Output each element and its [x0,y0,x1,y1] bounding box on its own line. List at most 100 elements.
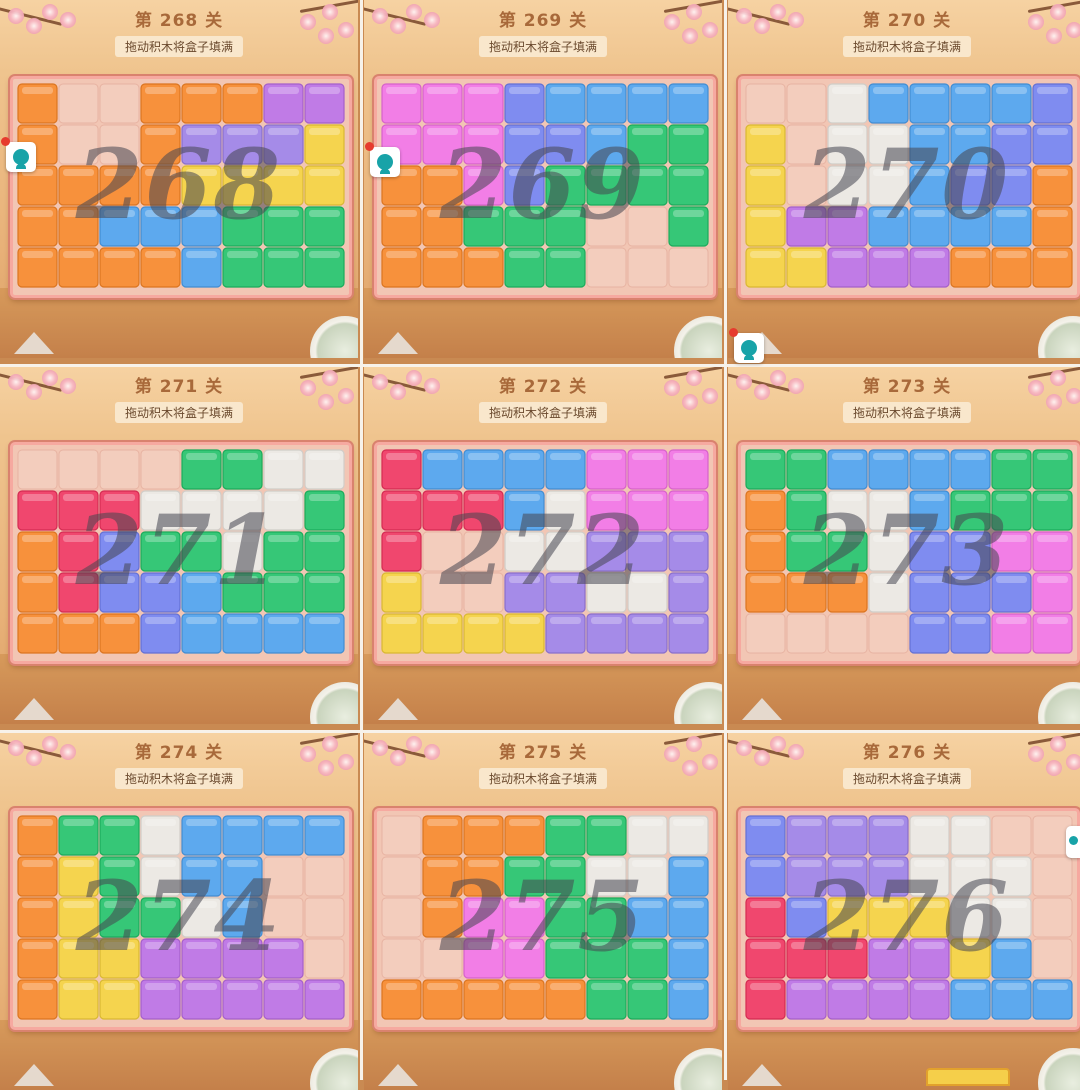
empty-cell [827,613,868,654]
block-highlight [914,576,945,583]
block-highlight [268,453,299,460]
block-highlight [468,901,499,908]
block-highlight [268,251,299,258]
block-highlight [1037,210,1068,217]
block-highlight [550,535,581,542]
puzzle-board[interactable] [738,442,1080,664]
empty-cell [140,449,181,490]
empty-cell [58,124,99,165]
block-highlight [832,983,863,990]
divider [0,364,1080,367]
block-highlight [309,983,340,990]
block-highlight [186,983,217,990]
puzzle-board[interactable] [10,808,352,1030]
block-highlight [22,901,53,908]
block-highlight [309,819,340,826]
assistant-float-button[interactable] [365,142,400,177]
assistant-float-button[interactable] [729,328,764,363]
block-highlight [673,901,704,908]
instruction-label: 拖动积木将盒子填满 [842,768,972,789]
puzzle-board[interactable] [10,442,352,664]
empty-cell [1032,897,1073,938]
user-icon [377,154,393,174]
block-highlight [427,210,458,217]
block-highlight [268,819,299,826]
block-highlight [955,494,986,501]
level-panel: 第 274 关拖动积木将盒子填满 274 [0,732,358,1090]
block-highlight [309,576,340,583]
block-highlight [104,535,135,542]
block-highlight [955,576,986,583]
block-highlight [268,942,299,949]
block-highlight [468,453,499,460]
block-highlight [873,494,904,501]
block-highlight [550,494,581,501]
block-highlight [227,901,258,908]
board-cells [17,83,345,288]
block-highlight [914,494,945,501]
instruction-label: 拖动积木将盒子填满 [842,36,972,57]
block-highlight [427,819,458,826]
block-highlight [996,494,1027,501]
side-float-button[interactable] [1066,826,1080,858]
block-highlight [632,169,663,176]
block-highlight [509,983,540,990]
block-highlight [996,128,1027,135]
block-highlight [955,901,986,908]
puzzle-board[interactable] [738,76,1080,298]
block-highlight [632,128,663,135]
empty-cell [1032,856,1073,897]
block-highlight [427,169,458,176]
block-highlight [632,901,663,908]
block-highlight [791,819,822,826]
block-highlight [591,819,622,826]
puzzle-board[interactable] [374,76,716,298]
block-highlight [63,494,94,501]
block-highlight [791,860,822,867]
block-highlight [186,860,217,867]
empty-cell [463,572,504,613]
block-highlight [227,819,258,826]
block-highlight [22,819,53,826]
paper-crane-icon [14,698,54,720]
block-highlight [550,128,581,135]
puzzle-board[interactable] [374,442,716,664]
block-highlight [873,453,904,460]
block-highlight [955,860,986,867]
block-highlight [750,251,781,258]
block-highlight [1037,251,1068,258]
block-highlight [996,617,1027,624]
level-panel: 第 273 关拖动积木将盒子填满 273 [728,366,1080,724]
puzzle-board[interactable] [738,808,1080,1030]
level-title: 第 275 关 [498,743,588,763]
block-highlight [873,983,904,990]
block-highlight [1037,494,1068,501]
block-highlight [791,251,822,258]
block-highlight [914,860,945,867]
block-highlight [386,494,417,501]
block-highlight [468,494,499,501]
block-highlight [509,210,540,217]
block-highlight [268,87,299,94]
assistant-float-button[interactable] [1,137,36,172]
puzzle-board[interactable] [374,808,716,1030]
block-highlight [550,169,581,176]
block-highlight [386,535,417,542]
block-highlight [591,576,622,583]
block-highlight [186,128,217,135]
block-highlight [509,617,540,624]
bottom-tab-button[interactable] [926,1068,1010,1086]
puzzle-board[interactable] [10,76,352,298]
block-highlight [468,819,499,826]
level-title: 第 272 关 [498,377,588,397]
block-highlight [1037,617,1068,624]
block-highlight [632,87,663,94]
block-highlight [145,251,176,258]
empty-cell [745,613,786,654]
block-highlight [309,251,340,258]
block-highlight [63,210,94,217]
block-highlight [632,576,663,583]
empty-cell [627,247,668,288]
block-highlight [468,942,499,949]
block-highlight [509,87,540,94]
